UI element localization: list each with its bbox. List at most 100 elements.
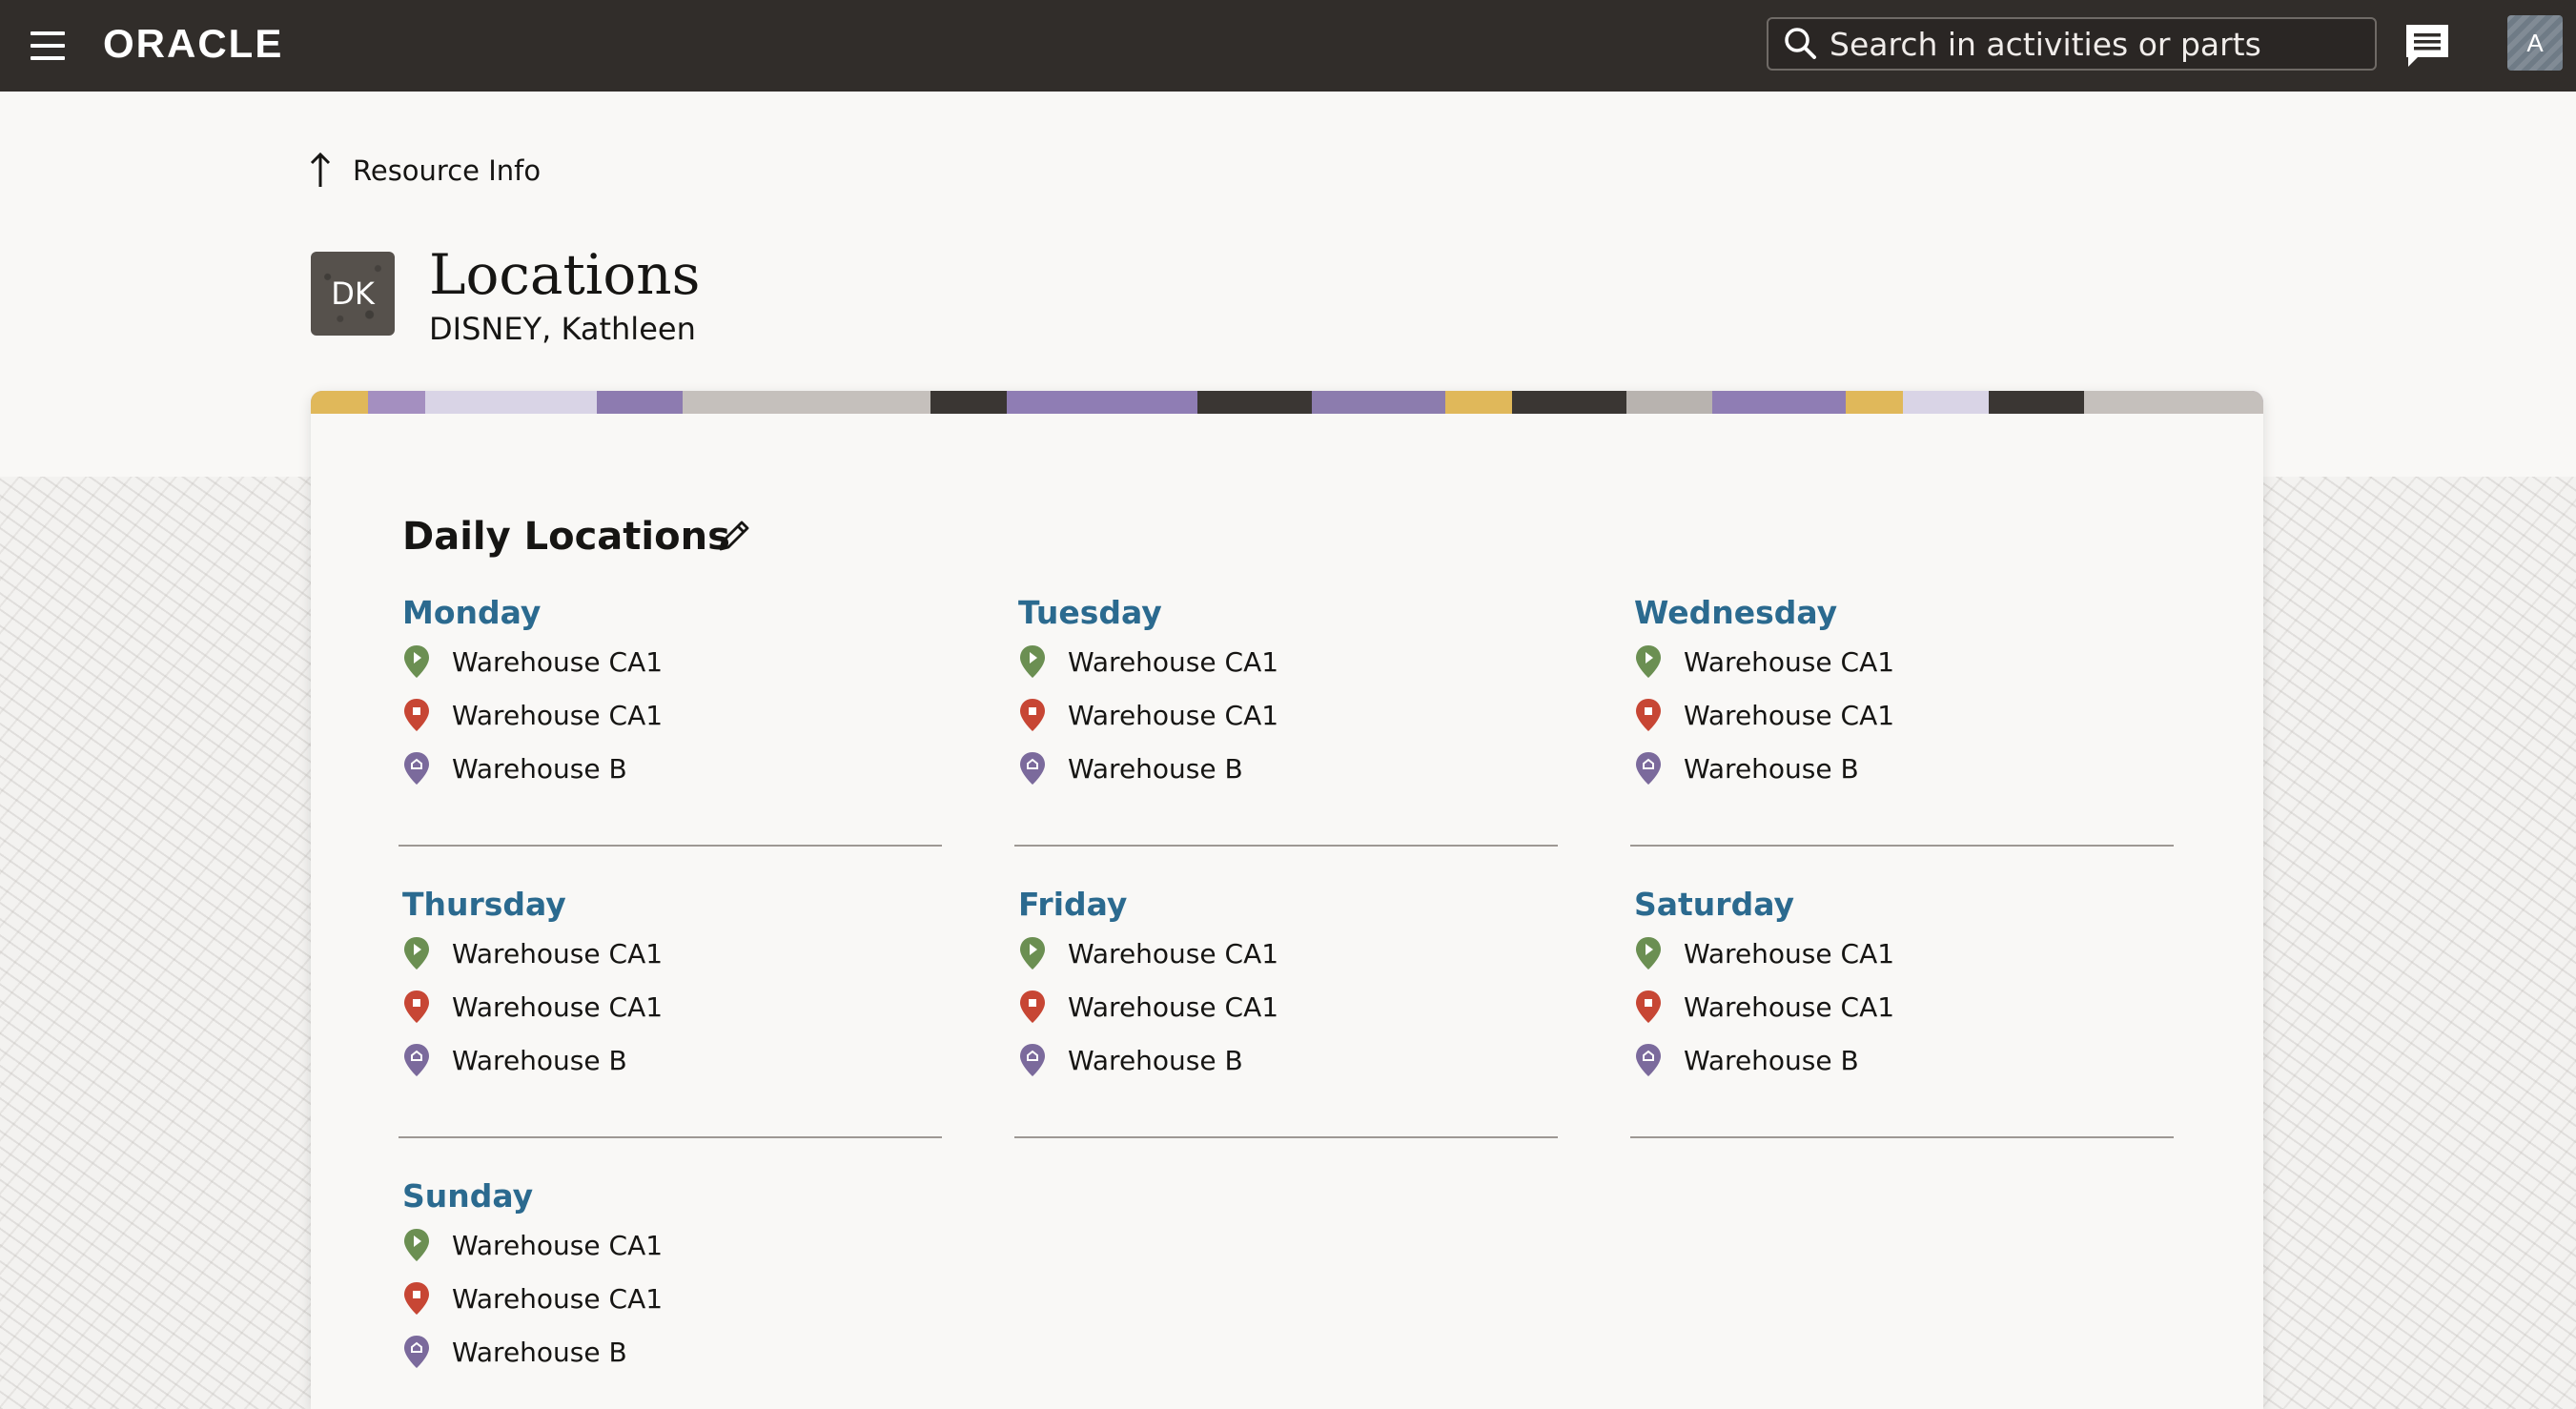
start-location-text: Warehouse CA1	[1068, 645, 1279, 678]
home-location-row: Warehouse B	[1018, 1033, 1558, 1087]
start-location-text: Warehouse CA1	[1684, 937, 1895, 970]
start-location-row: Warehouse CA1	[1634, 635, 2174, 688]
day-monday: Monday Warehouse CA1 Warehouse CA1 Wareh…	[399, 591, 942, 795]
home-location-pin-icon	[404, 752, 429, 785]
logo-text: ORACLE	[103, 23, 283, 65]
start-location-row: Warehouse CA1	[402, 927, 942, 980]
day-wednesday: Wednesday Warehouse CA1 Warehouse CA1 Wa…	[1630, 591, 2174, 795]
end-location-text: Warehouse CA1	[1684, 990, 1895, 1023]
start-location-text: Warehouse CA1	[1684, 645, 1895, 678]
end-location-text: Warehouse CA1	[1684, 699, 1895, 731]
end-location-row: Warehouse CA1	[402, 1272, 942, 1325]
day-saturday: Saturday Warehouse CA1 Warehouse CA1 War…	[1630, 883, 2174, 1087]
day-name: Wednesday	[1634, 594, 1838, 631]
start-location-text: Warehouse CA1	[1068, 937, 1279, 970]
home-location-row: Warehouse B	[1634, 1033, 2174, 1087]
top-bar: ORACLE A	[0, 0, 2576, 92]
start-location-text: Warehouse CA1	[452, 1229, 664, 1261]
end-location-pin-icon	[404, 1282, 429, 1315]
start-location-pin-icon	[404, 937, 429, 970]
page-title: Locations	[429, 242, 701, 307]
home-location-text: Warehouse B	[1068, 752, 1243, 785]
resource-avatar: DK	[311, 252, 395, 336]
day-name: Sunday	[402, 1177, 534, 1215]
start-location-text: Warehouse CA1	[452, 645, 664, 678]
user-avatar[interactable]: A	[2507, 15, 2563, 71]
chat-icon[interactable]	[2401, 19, 2454, 72]
day-divider	[399, 845, 942, 847]
section-title: Daily Locations	[402, 515, 730, 559]
end-location-pin-icon	[1020, 699, 1045, 731]
search-input[interactable]	[1822, 25, 2375, 63]
end-location-row: Warehouse CA1	[1018, 980, 1558, 1033]
start-location-row: Warehouse CA1	[1018, 927, 1558, 980]
start-location-row: Warehouse CA1	[402, 635, 942, 688]
home-location-pin-icon	[404, 1044, 429, 1076]
end-location-row: Warehouse CA1	[1018, 688, 1558, 742]
start-location-row: Warehouse CA1	[402, 1218, 942, 1272]
end-location-pin-icon	[404, 699, 429, 731]
start-location-pin-icon	[1020, 645, 1045, 678]
day-name: Tuesday	[1018, 594, 1162, 631]
resource-initials: DK	[331, 276, 375, 312]
day-divider	[1014, 1136, 1558, 1138]
start-location-row: Warehouse CA1	[1634, 927, 2174, 980]
start-location-text: Warehouse CA1	[452, 937, 664, 970]
end-location-row: Warehouse CA1	[402, 980, 942, 1033]
home-location-text: Warehouse B	[1068, 1044, 1243, 1076]
home-location-text: Warehouse B	[452, 1336, 627, 1368]
day-friday: Friday Warehouse CA1 Warehouse CA1 Wareh…	[1014, 883, 1558, 1087]
day-thursday: Thursday Warehouse CA1 Warehouse CA1 War…	[399, 883, 942, 1087]
search-icon	[1785, 28, 1816, 59]
back-to-resource-info-link[interactable]: Resource Info	[307, 151, 541, 191]
home-location-row: Warehouse B	[402, 1325, 942, 1378]
end-location-row: Warehouse CA1	[1634, 980, 2174, 1033]
start-location-pin-icon	[404, 1229, 429, 1261]
home-location-pin-icon	[404, 1336, 429, 1368]
home-location-pin-icon	[1636, 1044, 1661, 1076]
start-location-row: Warehouse CA1	[1018, 635, 1558, 688]
end-location-pin-icon	[1636, 699, 1661, 731]
day-divider	[1630, 1136, 2174, 1138]
resource-name: DISNEY, Kathleen	[429, 311, 696, 347]
arrow-up-icon	[310, 152, 331, 187]
home-location-row: Warehouse B	[1018, 742, 1558, 795]
end-location-row: Warehouse CA1	[402, 688, 942, 742]
day-name: Thursday	[402, 886, 566, 923]
oracle-logo[interactable]: ORACLE	[103, 23, 341, 65]
end-location-text: Warehouse CA1	[452, 1282, 664, 1315]
card-banner-pattern	[311, 391, 2263, 414]
end-location-pin-icon	[404, 990, 429, 1023]
start-location-pin-icon	[1636, 645, 1661, 678]
home-location-text: Warehouse B	[452, 752, 627, 785]
end-location-row: Warehouse CA1	[1634, 688, 2174, 742]
home-location-pin-icon	[1020, 752, 1045, 785]
home-location-text: Warehouse B	[1684, 752, 1859, 785]
start-location-pin-icon	[1020, 937, 1045, 970]
menu-icon[interactable]	[29, 29, 67, 63]
back-link-label: Resource Info	[353, 154, 542, 187]
end-location-text: Warehouse CA1	[452, 699, 664, 731]
home-location-pin-icon	[1636, 752, 1661, 785]
day-name: Friday	[1018, 886, 1128, 923]
daily-locations-card: Daily Locations Monday Warehouse CA1 War…	[311, 391, 2263, 1409]
home-location-text: Warehouse B	[1684, 1044, 1859, 1076]
end-location-text: Warehouse CA1	[1068, 699, 1279, 731]
end-location-text: Warehouse CA1	[1068, 990, 1279, 1023]
day-tuesday: Tuesday Warehouse CA1 Warehouse CA1 Ware…	[1014, 591, 1558, 795]
search-box[interactable]	[1767, 17, 2377, 71]
user-initial: A	[2526, 28, 2544, 57]
edit-pencil-icon[interactable]	[715, 517, 753, 555]
day-name: Saturday	[1634, 886, 1794, 923]
home-location-text: Warehouse B	[452, 1044, 627, 1076]
day-divider	[1630, 845, 2174, 847]
start-location-pin-icon	[404, 645, 429, 678]
day-divider	[1014, 845, 1558, 847]
home-location-pin-icon	[1020, 1044, 1045, 1076]
home-location-row: Warehouse B	[402, 742, 942, 795]
day-divider	[399, 1136, 942, 1138]
home-location-row: Warehouse B	[1634, 742, 2174, 795]
home-location-row: Warehouse B	[402, 1033, 942, 1087]
day-sunday: Sunday Warehouse CA1 Warehouse CA1 Wareh…	[399, 1174, 942, 1378]
end-location-pin-icon	[1636, 990, 1661, 1023]
